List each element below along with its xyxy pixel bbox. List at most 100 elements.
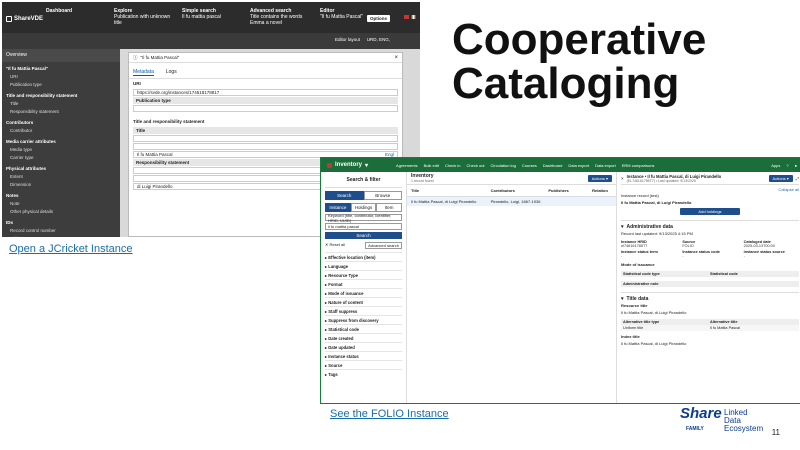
sharevde-nav-simple-search[interactable]: Simple search Il fu mattia pascal <box>182 8 242 20</box>
folio-nav-item[interactable]: Dashboard <box>543 163 563 168</box>
folio-nav-item[interactable]: Agreements <box>396 163 418 168</box>
info-icon: ⓘ <box>133 54 138 60</box>
sharevde-logo[interactable]: ShareVDE <box>6 16 43 22</box>
publication-type-label: Publication type <box>133 97 398 104</box>
sidebar-item[interactable]: Other physical details <box>2 208 120 216</box>
open-jcricket-link[interactable]: Open a JCricket Instance <box>9 243 133 255</box>
tab-browse[interactable]: Browse <box>363 191 402 200</box>
sidebar-group[interactable]: Title and responsibility statement <box>2 92 120 100</box>
language-dropdown[interactable]: URD, ENG, <box>367 37 390 42</box>
folio-nav-item[interactable]: ERM comparisons <box>622 163 655 168</box>
results-column-headers: Title Contributors Publishers Relation <box>407 185 616 197</box>
tab-metadata[interactable]: Metadata <box>133 69 154 76</box>
sidebar-item[interactable]: Note <box>2 200 120 208</box>
overview-record-title[interactable]: "Il fu Mattia Pascal" <box>2 65 120 73</box>
filter-facet[interactable]: ▸ Staff suppress <box>325 306 402 315</box>
column-contributors[interactable]: Contributors <box>491 188 549 193</box>
administrative-data-accordion[interactable]: ▾ Administrative data <box>621 220 799 230</box>
tab-search[interactable]: Search <box>325 191 364 200</box>
segment-holdings[interactable]: Holdings <box>350 203 377 212</box>
expand-icon[interactable]: ⤢ <box>796 176 799 181</box>
search-option-select[interactable]: Keyword (title, contributor, identifier,… <box>325 213 402 223</box>
sidebar-item[interactable]: Dimension <box>2 181 120 189</box>
filter-facet-label: Mode of issuance <box>328 290 364 296</box>
flag-icon[interactable] <box>404 15 409 19</box>
filter-facet[interactable]: ▸ Statistical code <box>325 324 402 333</box>
collapse-all-link[interactable]: Collapse all <box>621 185 799 192</box>
sidebar-item[interactable]: Contributor <box>2 127 120 135</box>
help-icon[interactable]: ? <box>786 163 788 168</box>
segment-item[interactable]: Item <box>376 203 403 212</box>
editor-layout-dropdown[interactable]: Editor layout <box>335 37 360 42</box>
instance-record-label: Instance record (test) <box>621 193 659 198</box>
sidebar-group[interactable]: Physical attributes <box>2 165 120 173</box>
folio-nav-item[interactable]: Data import <box>595 163 616 168</box>
sharevde-options-button[interactable]: Options <box>367 15 390 22</box>
folio-nav-item[interactable]: Check in <box>445 163 461 168</box>
filter-facet[interactable]: ▸ Tags <box>325 369 402 378</box>
sidebar-item[interactable]: Responsibility statement <box>2 108 120 116</box>
filter-facet[interactable]: ▸ Mode of issuance <box>325 288 402 297</box>
title-field-empty[interactable] <box>133 135 398 142</box>
folio-nav-item[interactable]: Check out <box>467 163 485 168</box>
sidebar-item[interactable]: Title <box>2 100 120 108</box>
close-icon[interactable]: × <box>394 55 398 61</box>
instance-actions-button[interactable]: Actions ▾ <box>768 174 793 182</box>
see-folio-instance-link[interactable]: See the FOLIO Instance <box>330 408 449 420</box>
filter-facet[interactable]: ▸ Nature of content <box>325 297 402 306</box>
close-icon[interactable]: × <box>621 176 624 181</box>
sidebar-item[interactable]: Carrier type <box>2 154 120 162</box>
sidebar-item[interactable]: Extent <box>2 173 120 181</box>
sidebar-item[interactable]: Add property <box>2 235 120 237</box>
add-holdings-button[interactable]: Add holdings <box>680 208 740 215</box>
reset-all-button[interactable]: ✕ Reset all <box>325 242 345 249</box>
sidebar-item[interactable]: Record control number <box>2 227 120 235</box>
search-input[interactable]: il fu mattia pascal <box>325 223 402 230</box>
folio-nav-item[interactable]: Data export <box>568 163 589 168</box>
filter-facet[interactable]: ▸ Language <box>325 261 402 270</box>
flag-icon[interactable] <box>411 15 416 19</box>
record-last-updated[interactable]: Record last updated: 9/13/2025 4:15 PM <box>621 230 799 237</box>
filter-facet[interactable]: ▸ Date created <box>325 333 402 342</box>
filter-facet[interactable]: ▸ Format <box>325 279 402 288</box>
title-field-empty[interactable] <box>133 143 398 150</box>
sidebar-group[interactable]: IDs <box>2 219 120 227</box>
column-publishers[interactable]: Publishers <box>548 188 592 193</box>
folio-nav-item[interactable]: Bulk edit <box>424 163 439 168</box>
segment-instance[interactable]: Instance <box>325 203 351 212</box>
sidebar-item[interactable]: URI <box>2 73 120 81</box>
sidebar-group[interactable]: Contributors <box>2 119 120 127</box>
sidebar-item[interactable]: Media type <box>2 146 120 154</box>
folio-nav-item[interactable]: Circulation log <box>491 163 516 168</box>
home-icon[interactable] <box>327 162 332 168</box>
table-row[interactable]: Il fu Mattia Pascal, di Luigi Pirandello… <box>407 197 616 206</box>
advanced-search-button[interactable]: Advanced search <box>365 242 402 249</box>
folio-apps-menu[interactable]: Apps <box>771 163 780 168</box>
column-title[interactable]: Title <box>411 188 491 193</box>
filter-facet[interactable]: ▸ Source <box>325 360 402 369</box>
search-button[interactable]: Search <box>325 232 402 239</box>
uri-field[interactable]: https://svde.org/instances/174618178817 <box>133 89 398 96</box>
filter-facet[interactable]: ▸ Date updated <box>325 342 402 351</box>
admin-data-cell: Instance HRID el746161785T7 <box>621 240 648 248</box>
folio-app-switcher[interactable]: Inventory ▾ <box>321 162 374 169</box>
publication-type-field[interactable] <box>133 105 398 112</box>
sidebar-item[interactable]: Publication type <box>2 81 120 89</box>
tab-logs[interactable]: Logs <box>166 69 177 76</box>
folio-screenshot: Inventory ▾ Agreements Bulk edit Check in C… <box>320 157 800 404</box>
column-relation[interactable]: Relation <box>592 188 612 193</box>
filter-facet[interactable]: ▸ Instance status <box>325 351 402 360</box>
sharevde-language-flags[interactable] <box>404 15 416 19</box>
filter-facet[interactable]: ▸ Resource Type <box>325 270 402 279</box>
sharevde-nav-advanced-search[interactable]: Advanced search Title contains the words … <box>250 8 316 26</box>
filter-facet[interactable]: ▸ Effective location (item) <box>325 252 402 261</box>
filter-facet[interactable]: ▸ Suppress from discovery <box>325 315 402 324</box>
title-data-accordion[interactable]: ▾ Title data <box>621 292 799 302</box>
sidebar-group[interactable]: Notes <box>2 192 120 200</box>
sharevde-nav-dashboard[interactable]: Dashboard <box>46 8 72 14</box>
folio-nav-item[interactable]: Courses <box>522 163 537 168</box>
sharevde-nav-explore[interactable]: Explore Publication with unknown title <box>114 8 174 26</box>
results-actions-button[interactable]: Actions ▾ <box>587 174 612 182</box>
user-icon[interactable]: ● <box>795 163 797 168</box>
sidebar-group[interactable]: Media carrier attributes <box>2 138 120 146</box>
